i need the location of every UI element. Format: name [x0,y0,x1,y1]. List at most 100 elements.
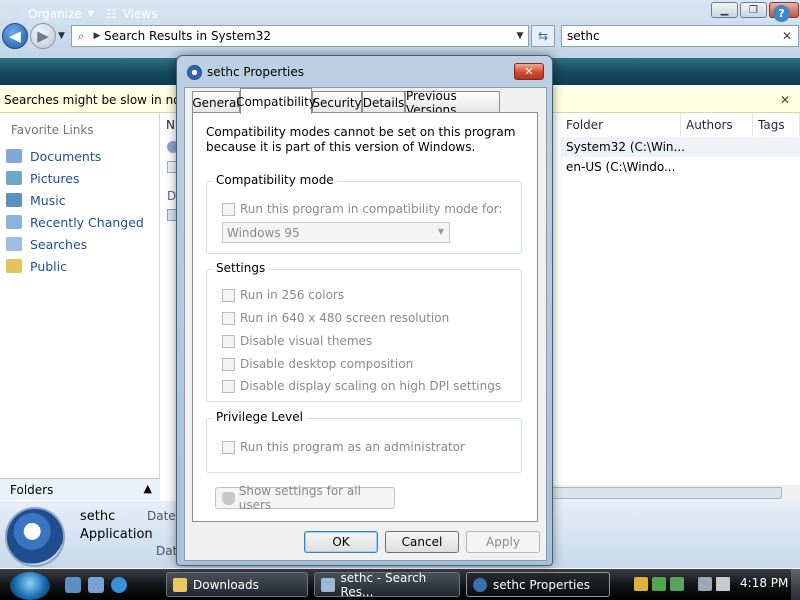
dialog-close-button[interactable]: ✕ [514,63,544,80]
sidebar-item-music[interactable]: Music [6,190,66,210]
apply-button[interactable]: Apply [466,531,540,553]
minimize-button[interactable]: ▁ [711,2,738,18]
views-icon: ☷ [106,6,117,21]
taskbar-button-search-results[interactable]: sethc - Search Res... [314,571,460,599]
chevron-down-icon: ▼ [437,227,444,236]
search-folder-icon: ⌕ [77,28,85,43]
task-label: Downloads [193,577,259,592]
cancel-button[interactable]: Cancel [385,531,459,553]
sidebar-item-label: Music [30,192,66,208]
group-header[interactable]: D [167,189,176,203]
internet-explorer-icon[interactable] [111,577,127,593]
column-header-tags[interactable]: Tags [753,113,800,137]
group-label: Compatibility mode [213,173,337,187]
search-folder-icon [321,577,335,592]
documents-icon [6,149,22,163]
refresh-icon: ⇆ [537,29,549,43]
setting-checkbox-desktop-composition[interactable]: Disable desktop composition [222,356,413,372]
folders-toggle[interactable]: Folders ▲ [0,478,160,500]
setting-checkbox-256-colors[interactable]: Run in 256 colors [222,287,344,303]
setting-checkbox-640x480[interactable]: Run in 640 x 480 screen resolution [222,310,449,326]
clear-search-icon[interactable]: ✕ [782,29,792,43]
start-button[interactable] [10,572,50,600]
show-desktop-icon[interactable] [65,577,81,593]
network-icon[interactable] [698,577,712,591]
details-date-label: Date [147,509,176,523]
tab-details[interactable]: Details [362,91,405,113]
application-icon [187,65,202,80]
scrollbar-thumb[interactable] [552,487,782,499]
select-value: Windows 95 [227,225,300,240]
setting-checkbox-dpi-scaling[interactable]: Disable display scaling on high DPI sett… [222,378,501,394]
table-row[interactable]: en-US (C:\Windo... [561,157,800,177]
organize-label: Organize [28,6,82,21]
tab-security[interactable]: Security [312,91,362,113]
maximize-button[interactable]: ❐ [740,2,767,18]
compat-mode-select[interactable]: Windows 95 ▼ [222,222,450,243]
column-header-folder[interactable]: Folder [561,113,681,137]
uac-shield-icon [222,491,235,505]
column-header-authors[interactable]: Authors [681,113,753,137]
sidebar-item-searches[interactable]: Searches [6,234,87,254]
sidebar-item-recently-changed[interactable]: Recently Changed [6,212,144,232]
searches-icon [6,237,22,251]
run-as-admin-checkbox[interactable]: Run this program as an administrator [222,439,465,455]
details-file-type: Application [80,527,153,542]
horizontal-scrollbar[interactable] [552,485,800,501]
organize-button[interactable]: Organize ▼ [8,0,94,27]
checkbox-box [222,202,235,216]
back-arrow-icon: ◀ [9,27,21,45]
security-shield-icon[interactable] [634,577,648,591]
properties-dialog: sethc Properties ✕ General Compatibility… [176,55,553,566]
clock[interactable]: 4:18 PM [740,576,788,590]
tab-compatibility[interactable]: Compatibility [236,88,316,114]
dialog-client-area: General Compatibility Security Details P… [184,87,547,561]
views-button[interactable]: ☷ Views [106,0,158,27]
organize-icon [8,7,22,20]
checkbox-label: Disable visual themes [240,334,373,348]
ok-button[interactable]: OK [304,531,378,553]
address-dropdown-icon[interactable]: ▼ [512,31,528,41]
taskbar-button-downloads[interactable]: Downloads [166,572,308,597]
group-label: Privilege Level [213,410,306,424]
tray-network-icon[interactable] [670,577,684,591]
chevron-down-icon: ▼ [87,9,94,18]
breadcrumb-chevron-icon[interactable]: ▶ [90,31,104,41]
forward-arrow-icon: ▶ [37,27,49,45]
checkbox-label: Run this program in compatibility mode f… [240,202,503,216]
tray-app-icon[interactable] [652,577,666,591]
close-infobar-icon[interactable]: ✕ [780,93,790,107]
task-label: sethc Properties [493,577,591,592]
checkbox-box [222,334,235,348]
checkbox-box [222,379,235,393]
sidebar-item-pictures[interactable]: Pictures [6,168,80,188]
sidebar-item-label: Public [30,258,67,274]
recent-pages-dropdown[interactable]: ▼ [58,31,65,41]
search-input[interactable]: sethc ✕ [561,25,799,47]
tab-previous-versions[interactable]: Previous Versions [405,89,500,117]
navigation-pane: Favorite Links Documents Pictures Music … [0,113,160,478]
application-icon [5,507,65,567]
setting-checkbox-visual-themes[interactable]: Disable visual themes [222,333,372,349]
folder-cell: System32 (C:\Win... [566,140,685,154]
help-icon[interactable]: ? [773,5,790,22]
sidebar-item-label: Documents [30,148,102,164]
taskbar-button-properties[interactable]: sethc Properties [466,572,610,597]
switch-windows-icon[interactable] [88,577,104,593]
folders-label: Folders [10,482,54,497]
table-row[interactable]: System32 (C:\Win... [561,137,800,157]
refresh-button[interactable]: ⇆ [531,25,555,47]
show-settings-all-users-button[interactable]: Show settings for all users [215,484,395,512]
compat-mode-checkbox[interactable]: Run this program in compatibility mode f… [222,201,502,217]
button-label: Show settings for all users [238,484,361,512]
sidebar-item-public[interactable]: Public [6,256,67,276]
group-label: Settings [213,261,269,275]
checkbox-box [222,357,235,371]
chevron-up-icon: ▲ [143,482,152,495]
show-desktop-button[interactable] [791,569,800,600]
address-bar[interactable]: ⌕ ▶ Search Results in System32 ▼ [71,25,529,47]
volume-muted-icon[interactable] [716,577,730,591]
public-folder-icon [6,259,22,273]
sidebar-item-documents[interactable]: Documents [6,146,101,166]
tab-general[interactable]: General [192,91,240,113]
